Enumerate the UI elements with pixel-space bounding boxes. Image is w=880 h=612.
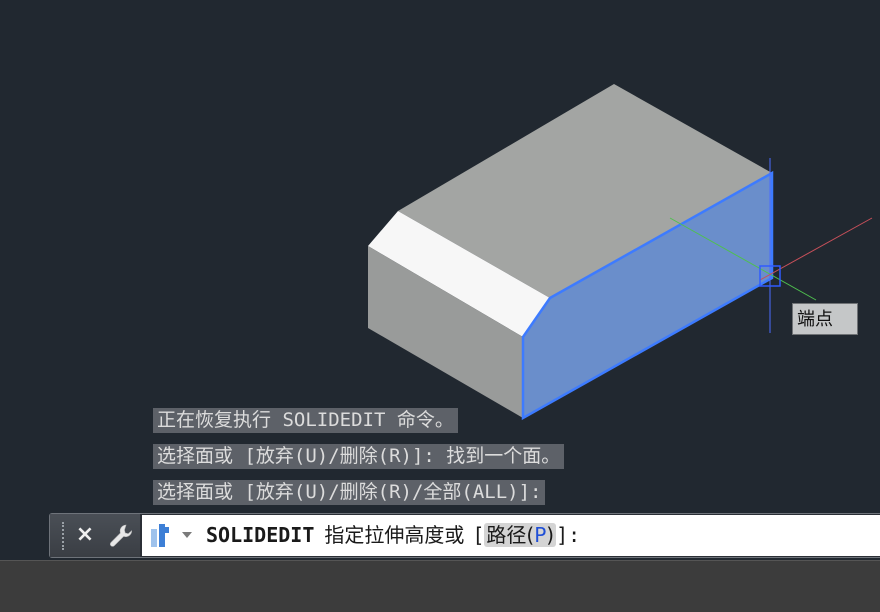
command-name: SOLIDEDIT: [206, 523, 315, 547]
history-line-1: 正在恢复执行 SOLIDEDIT 命令。: [153, 408, 458, 433]
wrench-icon[interactable]: [108, 523, 134, 549]
command-line-controls: ×: [50, 514, 140, 557]
command-line-bar: × SOLIDEDIT 指定拉伸高度或 [路径(P)]:: [49, 513, 880, 558]
command-prompt-text: 指定拉伸高度或: [324, 523, 465, 547]
option-bracket-close: ]:: [556, 523, 581, 547]
command-icon[interactable]: [150, 523, 172, 549]
model-canvas[interactable]: [0, 0, 880, 560]
history-line-3: 选择面或 [放弃(U)/删除(R)/全部(ALL)]:: [153, 480, 546, 505]
command-prompt: SOLIDEDIT 指定拉伸高度或 [路径(P)]:: [206, 515, 580, 556]
option-bracket-open: [: [472, 523, 485, 547]
drawing-viewport[interactable]: 端点 正在恢复执行 SOLIDEDIT 命令。 选择面或 [放弃(U)/删除(R…: [0, 0, 880, 560]
snap-tooltip: 端点: [792, 303, 858, 335]
option-path-button[interactable]: 路径(P): [484, 523, 557, 547]
status-bar: [0, 560, 880, 612]
history-line-2: 选择面或 [放弃(U)/删除(R)]: 找到一个面。: [153, 444, 565, 469]
option-path-close: ): [546, 523, 555, 547]
option-path-label: 路径(: [486, 523, 535, 547]
dropdown-arrow-icon[interactable]: [182, 531, 192, 539]
ucs-x-axis: [759, 217, 873, 281]
command-input[interactable]: SOLIDEDIT 指定拉伸高度或 [路径(P)]:: [142, 515, 880, 556]
close-icon[interactable]: ×: [74, 520, 96, 550]
option-path-key: P: [534, 523, 547, 547]
drag-handle[interactable]: [62, 522, 66, 550]
